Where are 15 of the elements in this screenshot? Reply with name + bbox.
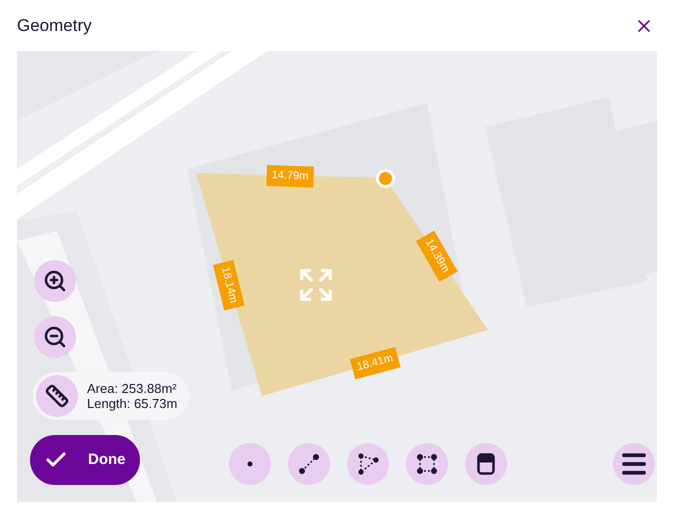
ruler-icon — [45, 384, 69, 408]
zoom-in-icon — [43, 269, 67, 293]
zoom-out-icon — [43, 325, 67, 349]
triangle-icon — [357, 453, 379, 475]
length-text: Length: 65.73m — [87, 396, 178, 411]
edge-length-label: 14.79m — [266, 164, 314, 188]
line-icon — [298, 453, 320, 475]
window-title: Geometry — [17, 14, 92, 37]
point-icon — [247, 461, 253, 467]
done-button[interactable]: Done — [30, 435, 140, 485]
square-icon — [477, 453, 495, 475]
area-text: Area: 253.88m² — [87, 381, 178, 396]
rectangle-icon — [416, 453, 438, 475]
expand-icon — [297, 266, 335, 304]
ruler-button[interactable] — [36, 375, 78, 417]
